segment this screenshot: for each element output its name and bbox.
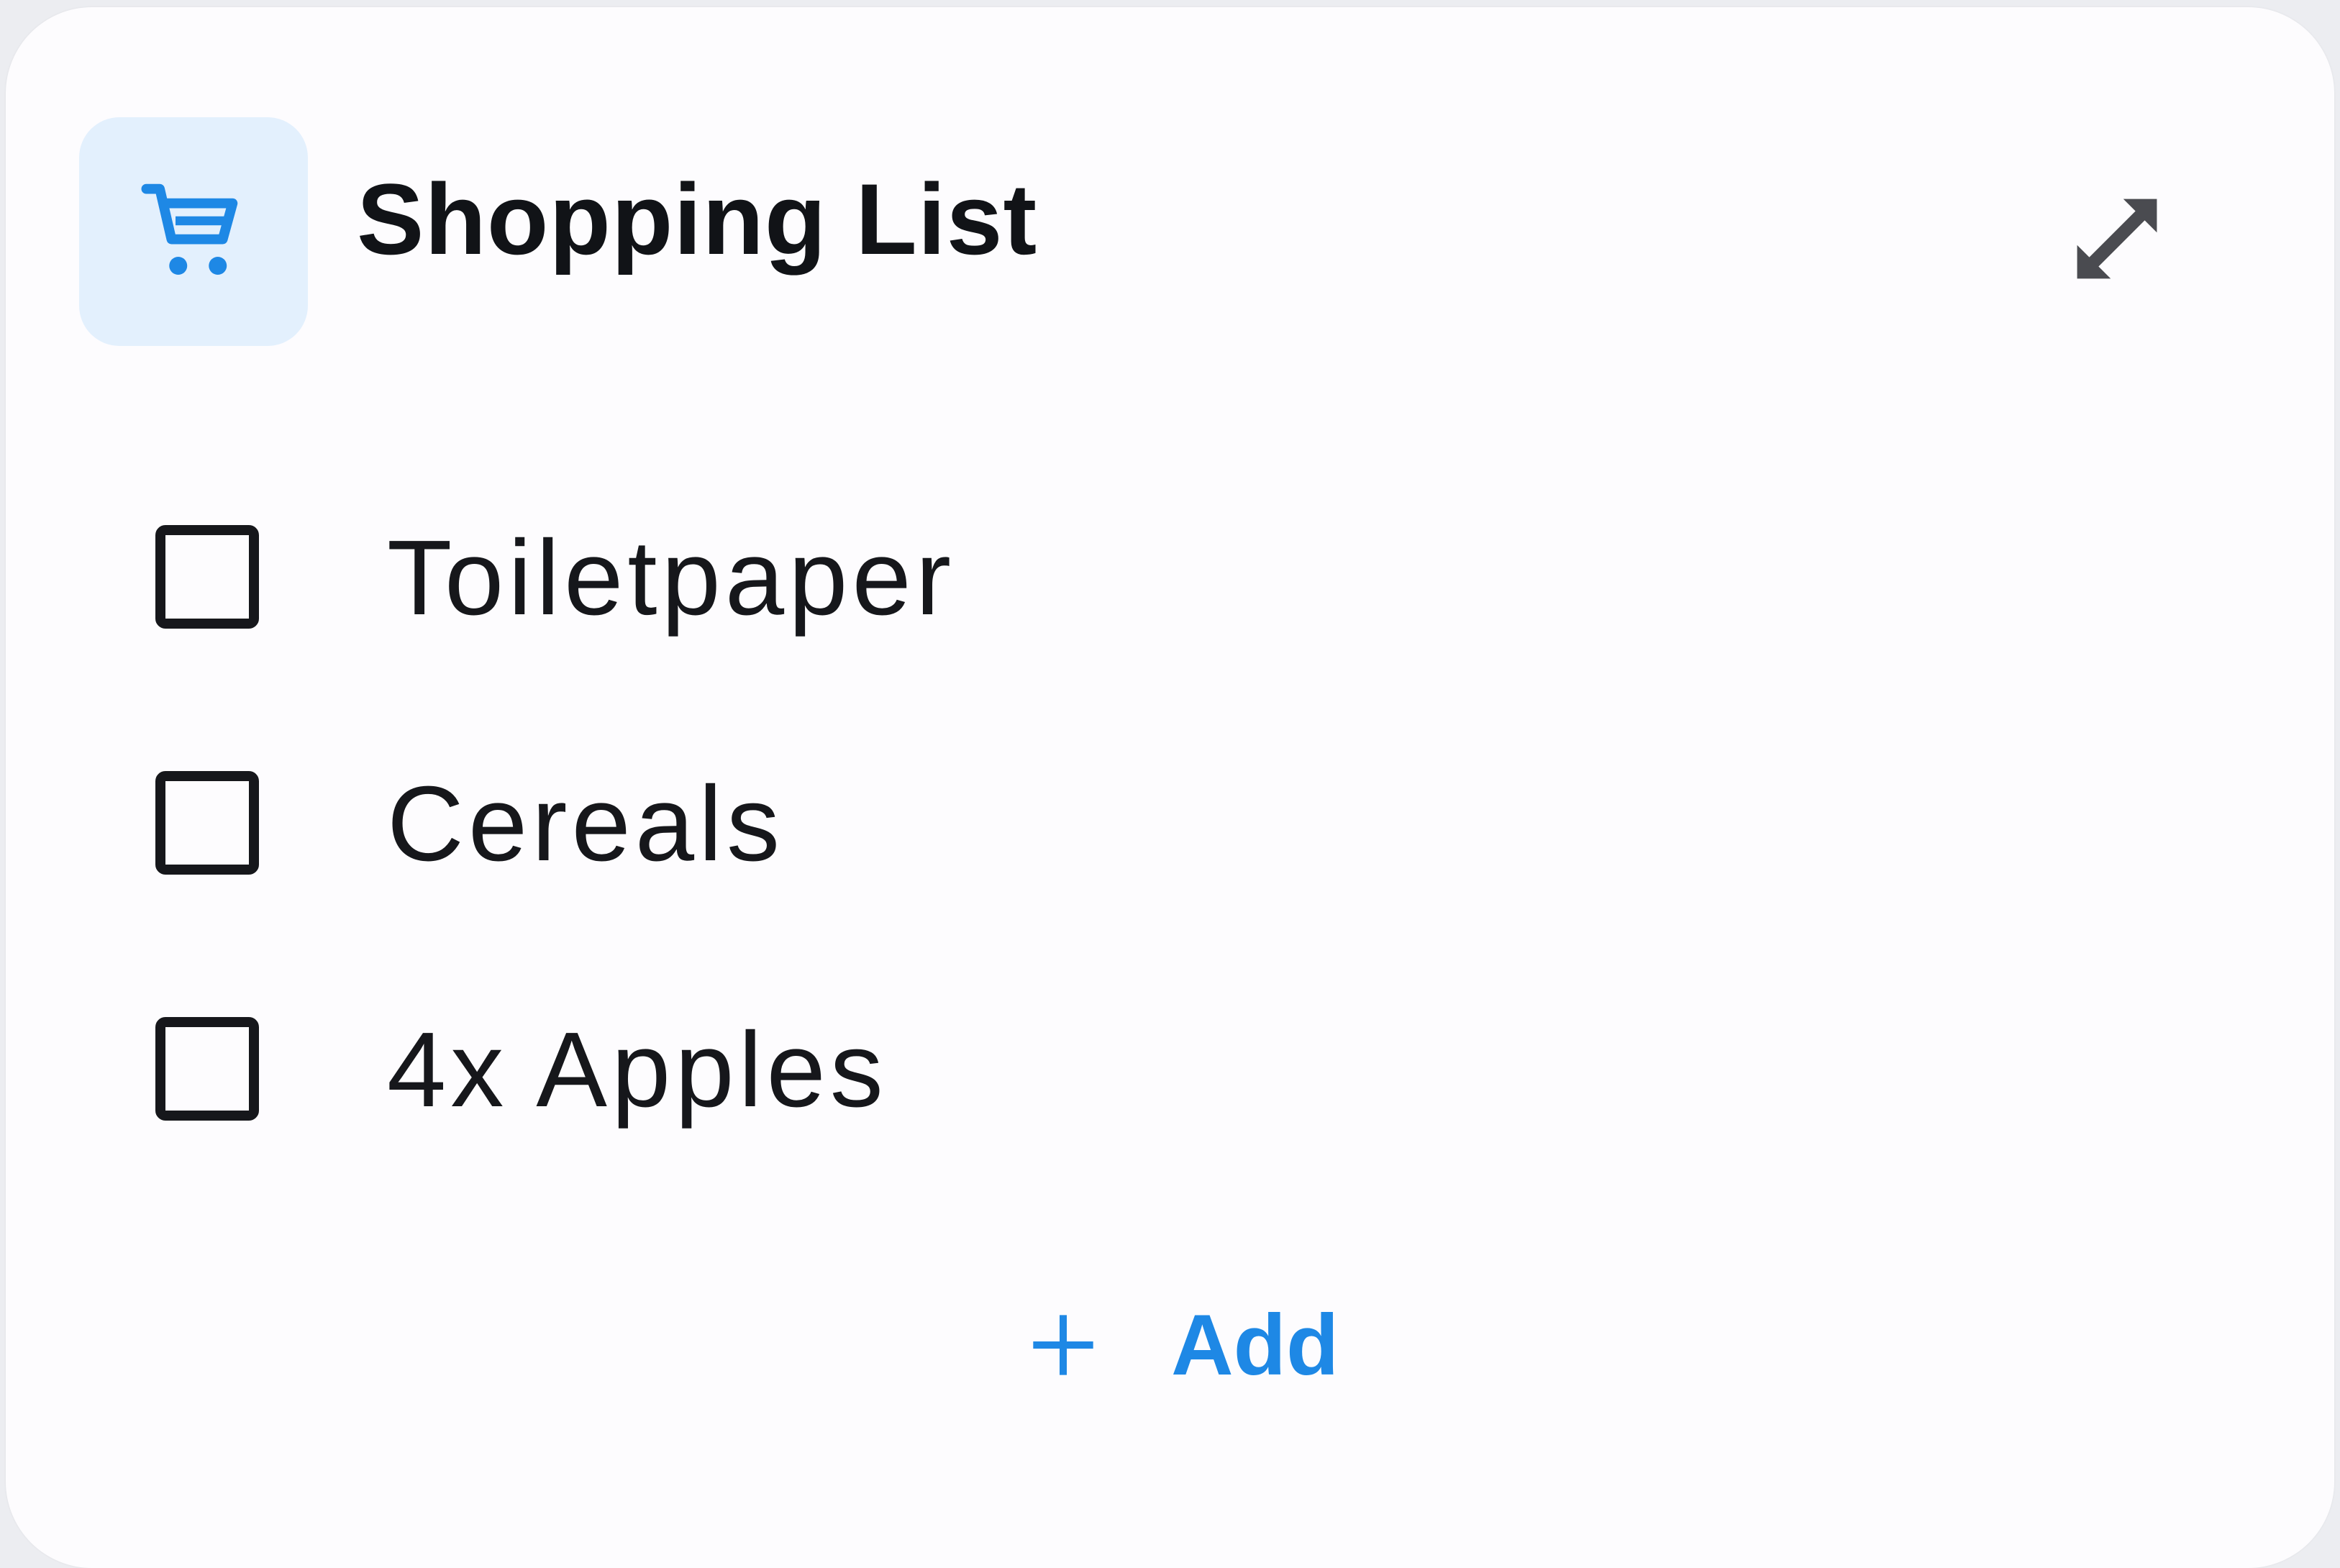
item-checkbox[interactable] [155, 771, 259, 875]
add-button-label: Add [1171, 1297, 1339, 1393]
shopping-cart-icon [141, 183, 238, 275]
item-label: Toiletpaper [387, 519, 956, 637]
list-item[interactable]: Cereals [6, 757, 2334, 901]
list-item[interactable]: Toiletpaper [6, 511, 2334, 655]
expand-arrows-icon [2077, 199, 2157, 279]
cart-icon-badge [79, 117, 308, 346]
add-item-button[interactable]: Add [1027, 1298, 1339, 1392]
expand-button[interactable] [2059, 181, 2175, 296]
item-label: Cereals [387, 765, 784, 883]
card-title: Shopping List [357, 163, 1038, 275]
list-item[interactable]: 4x Apples [6, 1003, 2334, 1147]
item-checkbox[interactable] [155, 525, 259, 629]
item-checkbox[interactable] [155, 1017, 259, 1121]
item-label: 4x Apples [387, 1011, 888, 1129]
plus-icon [1027, 1309, 1099, 1381]
shopping-list-card: Shopping List Toiletpaper Cereals 4x App… [6, 7, 2334, 1568]
